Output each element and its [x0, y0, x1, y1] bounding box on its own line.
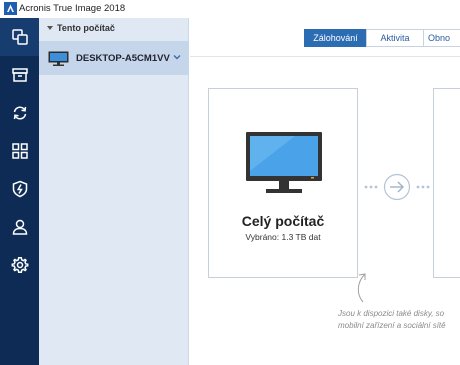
- hint-line-1: Jsou k dispozici také disky, so: [338, 309, 445, 318]
- nav-protection[interactable]: [0, 170, 39, 208]
- archive-box-icon: [11, 68, 28, 82]
- acronis-logo-icon: [4, 2, 17, 15]
- gear-icon: [11, 257, 28, 273]
- hint-line-2: mobilní zařízení a sociální sítě: [338, 321, 446, 330]
- main-panel: Zálohování Aktivita Obno Celý počítač Vy…: [190, 18, 460, 365]
- backup-source-card[interactable]: Celý počítač Vybráno: 1.3 TB dat: [208, 88, 358, 278]
- app-window: Acronis True Image 2018 Tento počítač DE…: [0, 0, 460, 365]
- left-nav: [0, 18, 39, 365]
- arrow-connector-icon: [364, 173, 430, 201]
- hint-text: Jsou k dispozici také disky, so mobilní …: [338, 308, 460, 332]
- source-title: Celý počítač: [241, 213, 325, 229]
- sidebar-group-label: Tento počítač: [57, 23, 115, 33]
- shield-bolt-icon: [12, 180, 27, 198]
- sidebar-group-header[interactable]: Tento počítač: [39, 18, 189, 40]
- caret-down-icon: [47, 26, 53, 30]
- nav-settings[interactable]: [0, 246, 39, 284]
- computer-name: DESKTOP-A5CM1VV: [76, 53, 170, 64]
- nav-backup[interactable]: [0, 18, 39, 56]
- nav-tools[interactable]: [0, 132, 39, 170]
- grid-icon: [11, 143, 28, 159]
- chevron-down-icon[interactable]: [173, 53, 181, 61]
- backup-destination-card[interactable]: [433, 88, 460, 278]
- copy-icon: [11, 29, 28, 45]
- sources-sidebar: Tento počítač DESKTOP-A5CM1VV: [39, 18, 189, 365]
- window-title: Acronis True Image 2018: [19, 3, 126, 14]
- computer-monitor-icon: [246, 132, 322, 193]
- sidebar-item-computer[interactable]: DESKTOP-A5CM1VV: [39, 41, 189, 75]
- hint-arrow-icon: [357, 273, 366, 303]
- sync-icon: [13, 106, 26, 120]
- title-bar: Acronis True Image 2018: [0, 0, 460, 18]
- monitor-icon: [48, 51, 69, 66]
- nav-archive[interactable]: [0, 56, 39, 94]
- tab-bar: Zálohování Aktivita Obno: [190, 18, 460, 57]
- tab-recovery[interactable]: Obno: [423, 29, 460, 47]
- source-subtitle: Vybráno: 1.3 TB dat: [245, 232, 321, 242]
- nav-account[interactable]: [0, 208, 39, 246]
- user-icon: [12, 219, 27, 235]
- nav-sync[interactable]: [0, 94, 39, 132]
- tab-backup[interactable]: Zálohování: [304, 29, 367, 47]
- tab-activity[interactable]: Aktivita: [366, 29, 424, 47]
